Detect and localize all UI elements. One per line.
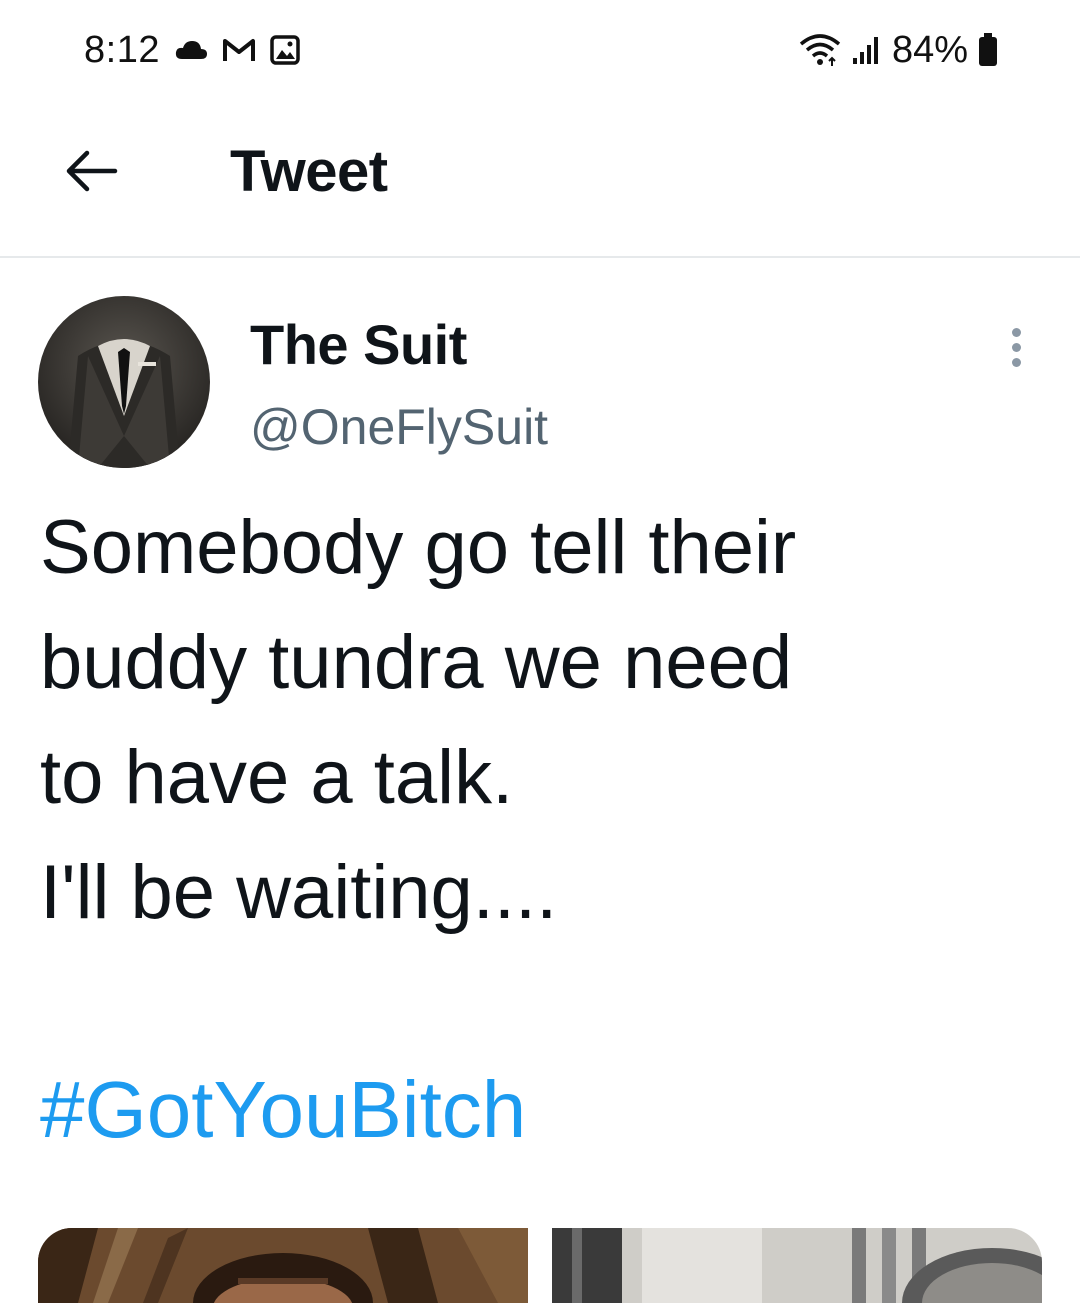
status-time: 8:12: [84, 28, 160, 71]
hashtag-link[interactable]: #GotYouBitch: [40, 1064, 526, 1156]
author-handle[interactable]: @OneFlySuit: [250, 398, 548, 456]
more-dot: [1011, 342, 1021, 352]
tweet-text-line: I'll be waiting....: [40, 850, 558, 935]
signal-icon: [852, 34, 882, 66]
back-button[interactable]: [56, 136, 126, 206]
gmail-icon: [222, 37, 256, 63]
wifi-icon: [798, 32, 842, 68]
tweet-text-line: buddy tundra we need: [40, 620, 793, 705]
more-dot: [1011, 327, 1021, 337]
tweet-text-line: Somebody go tell their: [40, 505, 797, 590]
author-name[interactable]: The Suit: [250, 312, 467, 377]
status-bar: 8:12 84%: [0, 0, 1080, 100]
cloud-icon: [174, 39, 208, 61]
media-grid: [38, 1228, 1042, 1303]
tweet-text-line: to have a talk.: [40, 735, 514, 820]
more-dot: [1011, 357, 1021, 367]
more-options-button[interactable]: [996, 322, 1036, 372]
tweet-text: Somebody go tell their buddy tundra we n…: [40, 490, 1050, 950]
battery-percent: 84%: [891, 28, 968, 71]
gallery-icon: [270, 35, 300, 65]
battery-icon: [978, 33, 998, 67]
status-right: 84%: [798, 28, 998, 72]
arrow-left-icon: [66, 150, 118, 192]
media-image[interactable]: [552, 1228, 1042, 1303]
status-left: 8:12: [84, 28, 300, 72]
tweet-header: Tweet: [0, 100, 1080, 258]
media-image[interactable]: [38, 1228, 528, 1303]
page-title: Tweet: [230, 138, 388, 204]
avatar[interactable]: [38, 296, 210, 468]
